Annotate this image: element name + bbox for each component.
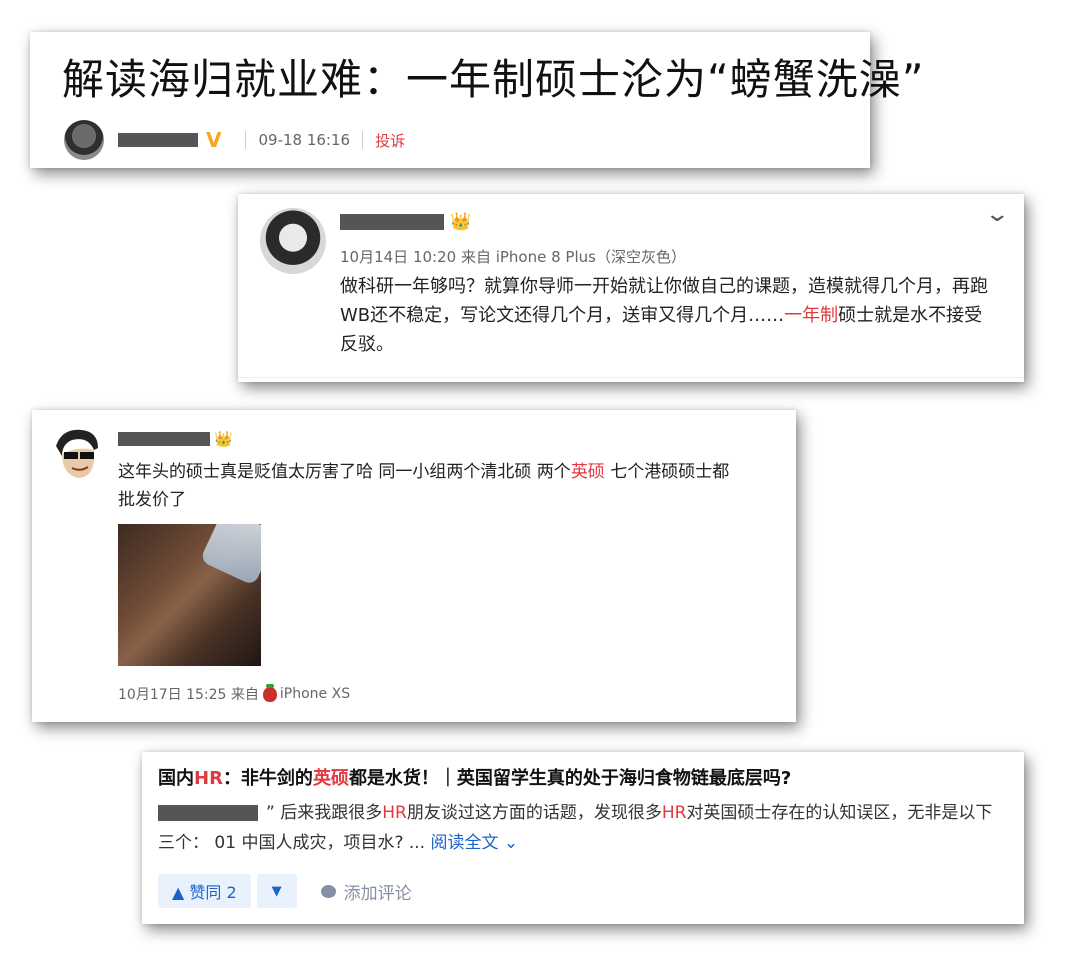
zhihu-answer-card: 国内HR：非牛剑的英硕都是水货！｜英国留学生真的处于海归食物链最底层吗? ” 后… <box>142 752 1024 924</box>
divider <box>362 131 364 149</box>
excerpt-part: 朋友谈过这方面的话题，发现很多 <box>406 803 662 823</box>
post-time: 09-18 16:16 <box>258 131 351 149</box>
add-comment-button[interactable]: 添加评论 <box>320 879 412 904</box>
weibo-post-card: 👑 ⌄ 10月14日 10:20 来自 iPhone 8 Plus（深空灰色） … <box>238 194 1024 382</box>
highlight-keyword: HR <box>194 768 223 789</box>
post-time: 10月17日 15:25 <box>118 687 227 703</box>
comment-bubble-icon <box>320 884 336 898</box>
comment-text: 这年头的硕士真是贬值太厉害了哈 同一小组两个清北硕 两个英硕 七个港硕硕士都批发… <box>118 458 738 514</box>
highlight-keyword: 英硕 <box>312 768 349 789</box>
redacted-username <box>118 432 210 446</box>
article-header-card: 解读海归就业难：一年制硕士沦为“螃蟹洗澡” V 09-18 16:16 投诉 <box>30 32 924 168</box>
title-part: ：非牛剑的 <box>222 768 313 789</box>
report-link[interactable]: 投诉 <box>375 130 405 151</box>
redacted-username <box>340 214 444 230</box>
add-comment-label: 添加评论 <box>343 883 412 904</box>
meme-image[interactable] <box>118 524 261 666</box>
read-more-link[interactable]: 阅读全文 ⌄ <box>430 833 518 853</box>
comment-text-part: 这年头的硕士真是贬值太厉害了哈 同一小组两个清北硕 两个 <box>118 462 571 482</box>
divider <box>245 131 247 149</box>
read-more-label: 阅读全文 <box>430 833 499 853</box>
from-label: 来自 <box>230 687 259 703</box>
title-part: 国内 <box>158 768 194 789</box>
comment-card: 👑 这年头的硕士真是贬值太厉害了哈 同一小组两个清北硕 两个英硕 七个港硕硕士都… <box>32 410 796 722</box>
question-title[interactable]: 国内HR：非牛剑的英硕都是水货！｜英国留学生真的处于海归食物链最底层吗? <box>158 764 791 790</box>
downvote-button[interactable]: ▼ <box>256 874 297 908</box>
highlight-keyword: 英硕 <box>570 462 605 482</box>
quote-mark: ” <box>266 803 275 823</box>
bottle-shape <box>199 524 261 586</box>
chevron-down-icon[interactable]: ⌄ <box>984 202 1010 227</box>
verified-v-icon: V <box>206 128 222 152</box>
post-time-source: 10月17日 15:25 来自 iPhone XS <box>118 683 351 704</box>
article-title: 解读海归就业难：一年制硕士沦为“螃蟹洗澡” <box>62 55 925 104</box>
device-name: iPhone XS <box>279 686 351 702</box>
redacted-author-name <box>158 805 258 821</box>
user-avatar[interactable] <box>48 426 104 482</box>
article-meta: V 09-18 16:16 投诉 <box>64 120 405 160</box>
highlight-keyword: HR <box>382 803 407 823</box>
author-avatar[interactable] <box>64 120 104 160</box>
username[interactable]: 👑 <box>340 212 471 232</box>
highlight-keyword: 一年制 <box>784 305 839 326</box>
highlight-keyword: HR <box>661 803 687 823</box>
strawberry-icon <box>262 683 277 702</box>
post-time-source: 10月14日 10:20 来自 iPhone 8 Plus（深空灰色） <box>340 248 686 266</box>
vip-crown-icon: 👑 <box>450 212 472 232</box>
action-bar: ▲ 赞同 2 ▼ 添加评论 <box>158 874 412 908</box>
chevron-down-icon: ⌄ <box>503 833 519 853</box>
redacted-author-name <box>118 133 198 147</box>
username[interactable]: 👑 <box>118 430 233 448</box>
vip-crown-icon: 👑 <box>214 430 233 448</box>
post-text: 做科研一年够吗？就算你导师一开始就让你做自己的课题，造模就得几个月，再跑WB还不… <box>340 272 1000 359</box>
excerpt-part: 后来我跟很多 <box>274 803 383 823</box>
answer-excerpt: ” 后来我跟很多HR朋友谈过这方面的话题，发现很多HR对英国硕士存在的认知误区，… <box>158 798 1008 858</box>
divider <box>238 377 1024 382</box>
upvote-button[interactable]: ▲ 赞同 2 <box>158 874 251 908</box>
user-avatar[interactable] <box>260 208 326 274</box>
title-part: 都是水货！｜英国留学生真的处于海归食物链最底层吗? <box>348 768 792 789</box>
